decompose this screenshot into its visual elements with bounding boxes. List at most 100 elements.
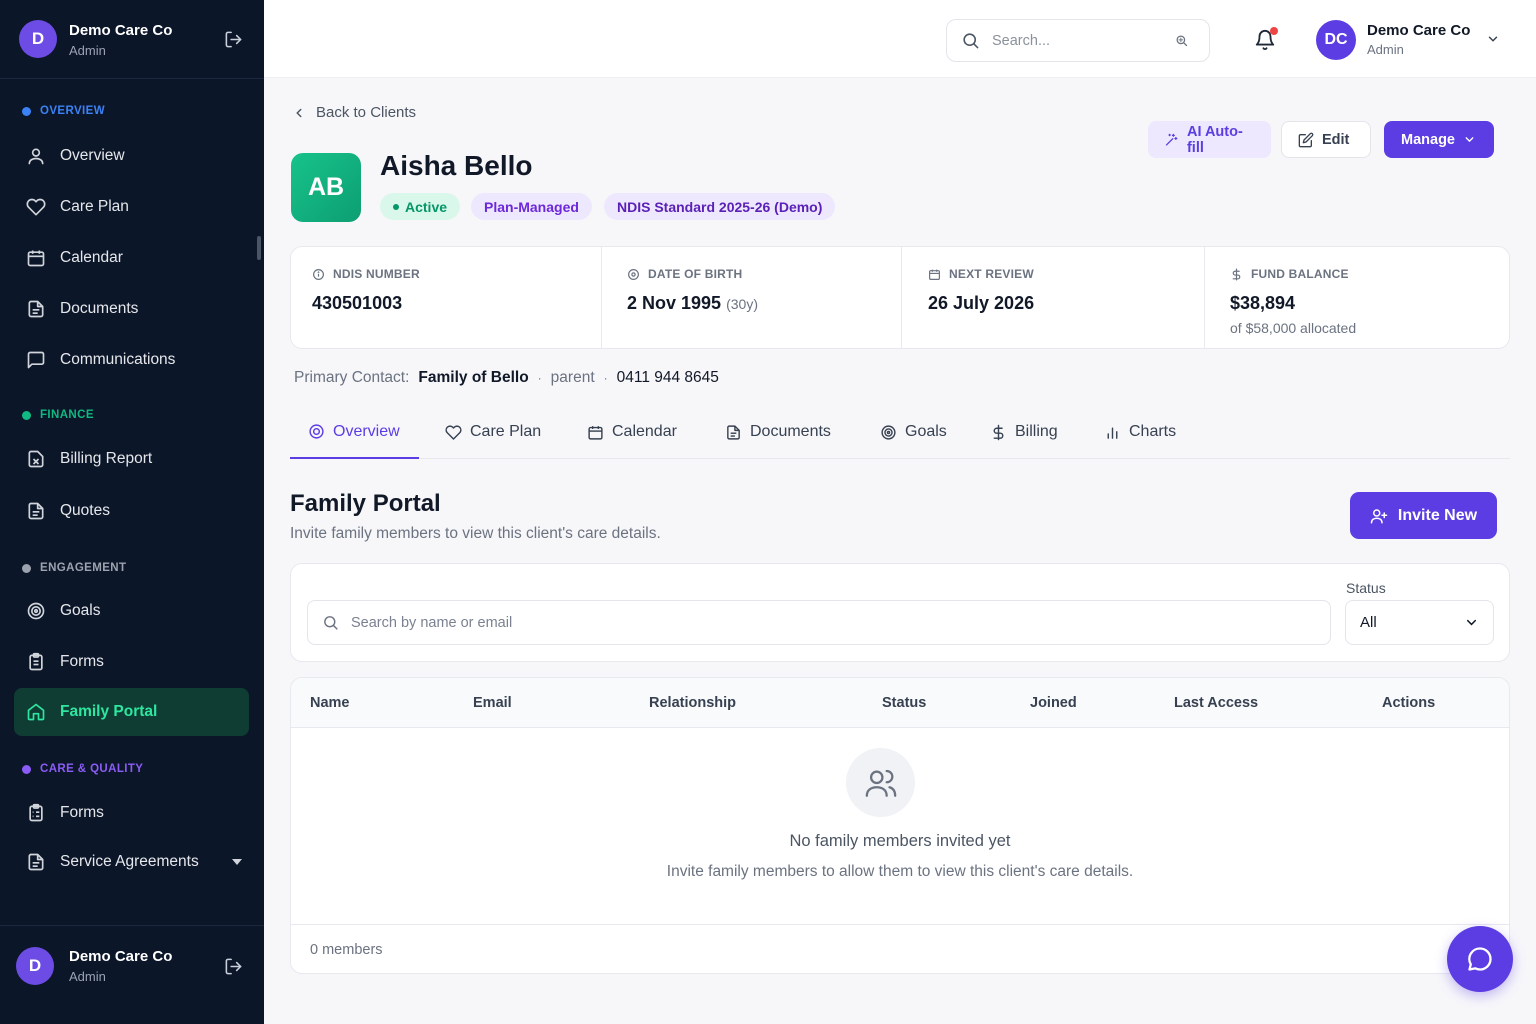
standard-badge: NDIS Standard 2025-26 (Demo) — [604, 193, 836, 220]
target-icon — [881, 424, 896, 440]
tab-label: Charts — [1129, 423, 1177, 440]
sidebar-item-forms-quality[interactable]: Forms — [14, 789, 249, 837]
section-care-quality: CARE & QUALITY — [22, 763, 143, 775]
document-icon — [28, 300, 44, 318]
message-icon — [27, 351, 45, 369]
sidebar-item-label: Billing Report — [60, 450, 153, 467]
sidebar-header: D Demo Care Co Admin — [0, 0, 264, 79]
sidebar-item-documents[interactable]: Documents — [14, 285, 249, 333]
tab-calendar[interactable]: Calendar — [569, 406, 695, 458]
user-name[interactable]: Demo Care Co — [1367, 22, 1470, 39]
global-search[interactable] — [946, 19, 1210, 62]
manage-button[interactable]: Manage — [1384, 121, 1494, 158]
member-search[interactable] — [307, 600, 1331, 645]
separator-dot: · — [603, 371, 608, 385]
review-value: 26 July 2026 — [928, 293, 1035, 313]
search-input[interactable] — [992, 32, 1162, 49]
sidebar-item-calendar[interactable]: Calendar — [14, 234, 249, 282]
filter-card: Status All — [290, 563, 1510, 662]
ndis-value: 430501003 — [312, 293, 403, 313]
chevron-down-icon — [1466, 619, 1477, 626]
footer-avatar: D — [16, 947, 54, 985]
org-role: Admin — [69, 43, 106, 58]
sidebar-item-billing-report[interactable]: Billing Report — [14, 435, 249, 483]
tab-goals[interactable]: Goals — [862, 406, 965, 458]
contact-phone[interactable]: 0411 944 8645 — [617, 369, 719, 387]
column-joined[interactable]: Joined — [1030, 695, 1077, 711]
column-last-access[interactable]: Last Access — [1174, 695, 1258, 711]
sidebar-item-family-portal[interactable]: Family Portal — [14, 688, 249, 736]
document-icon — [727, 424, 740, 440]
section-dot — [22, 764, 31, 774]
invite-new-button[interactable]: Invite New — [1350, 492, 1497, 539]
sidebar-item-forms[interactable]: Forms — [14, 638, 249, 686]
tab-billing[interactable]: Billing — [972, 406, 1076, 458]
sidebar-item-quotes[interactable]: Quotes — [14, 487, 249, 535]
tab-care-plan[interactable]: Care Plan — [427, 406, 559, 458]
logout-icon[interactable] — [224, 30, 243, 49]
fund-allocated: of $58,000 allocated — [1230, 320, 1357, 336]
fund-label: FUND BALANCE — [1251, 267, 1349, 281]
column-relationship[interactable]: Relationship — [649, 695, 736, 711]
dollar-icon — [993, 424, 1004, 440]
ai-autofill-button[interactable]: AI Auto-fill — [1148, 121, 1271, 158]
logout-icon[interactable] — [224, 957, 243, 976]
dob-age: (30y) — [726, 296, 758, 312]
empty-state-title: No family members invited yet — [789, 832, 1011, 850]
column-status[interactable]: Status — [882, 695, 926, 711]
status-badge-label: Active — [405, 198, 448, 215]
footer-org-name: Demo Care Co — [69, 948, 173, 965]
target-icon — [27, 602, 45, 620]
ai-search-icon[interactable] — [1174, 33, 1189, 48]
column-name[interactable]: Name — [310, 695, 350, 711]
spreadsheet-icon — [28, 450, 44, 468]
sidebar: D Demo Care Co Admin OVERVIEW Overview C… — [0, 0, 264, 1024]
ai-autofill-label: AI Auto-fill — [1186, 123, 1243, 156]
chat-bubble-icon — [1468, 947, 1492, 971]
back-to-clients-link[interactable]: Back to Clients — [292, 104, 416, 121]
separator-dot: · — [537, 371, 542, 385]
client-name: Aisha Bello — [380, 150, 533, 181]
sidebar-item-service-agreements[interactable]: Service Agreements — [14, 838, 249, 886]
plan-badge: Plan-Managed — [471, 193, 592, 220]
top-bar: DC Demo Care Co Admin — [264, 0, 1536, 78]
chevron-down-icon[interactable] — [1486, 32, 1500, 46]
status-filter-label: Status — [1346, 580, 1386, 596]
fund-balance-cell: FUND BALANCE $38,894 of $58,000 allocate… — [1205, 247, 1509, 348]
section-finance: FINANCE — [22, 409, 94, 421]
calendar-icon — [588, 425, 603, 440]
sidebar-item-care-plan[interactable]: Care Plan — [14, 183, 249, 231]
section-dot — [22, 563, 31, 573]
table-footer: 0 members — [291, 924, 1509, 973]
user-avatar[interactable]: DC — [1316, 20, 1356, 60]
sidebar-item-overview[interactable]: Overview — [14, 132, 249, 180]
tab-documents[interactable]: Documents — [707, 406, 849, 458]
column-email[interactable]: Email — [473, 695, 512, 711]
client-info-card: NDIS NUMBER 430501003 DATE OF BIRTH 2 No… — [290, 246, 1510, 349]
heart-icon — [26, 198, 46, 216]
sidebar-item-communications[interactable]: Communications — [14, 336, 249, 384]
member-search-input[interactable] — [351, 614, 1251, 631]
dob-label: DATE OF BIRTH — [648, 267, 743, 281]
section-label: OVERVIEW — [40, 105, 105, 117]
tab-charts[interactable]: Charts — [1086, 406, 1194, 458]
tab-label: Calendar — [612, 423, 677, 440]
fund-value: $38,894 — [1230, 293, 1296, 313]
back-label: Back to Clients — [316, 104, 417, 121]
sidebar-footer: D Demo Care Co Admin — [0, 925, 264, 1024]
section-label: ENGAGEMENT — [40, 562, 127, 574]
invite-new-label: Invite New — [1397, 506, 1478, 524]
chat-button[interactable] — [1447, 926, 1513, 992]
sidebar-item-goals[interactable]: Goals — [14, 587, 249, 635]
sidebar-item-label: Calendar — [60, 249, 123, 266]
chevron-down-icon — [1465, 137, 1474, 143]
chevron-left-icon — [296, 108, 302, 117]
status-filter-select[interactable]: All — [1345, 600, 1494, 645]
sidebar-item-label: Communications — [60, 351, 176, 368]
section-label: FINANCE — [40, 409, 94, 421]
calendar-icon — [27, 250, 45, 267]
edit-button[interactable]: Edit — [1281, 121, 1371, 158]
sidebar-item-label: Forms — [60, 653, 104, 670]
tab-overview[interactable]: Overview — [290, 406, 419, 459]
sidebar-scrollbar[interactable] — [257, 236, 261, 260]
